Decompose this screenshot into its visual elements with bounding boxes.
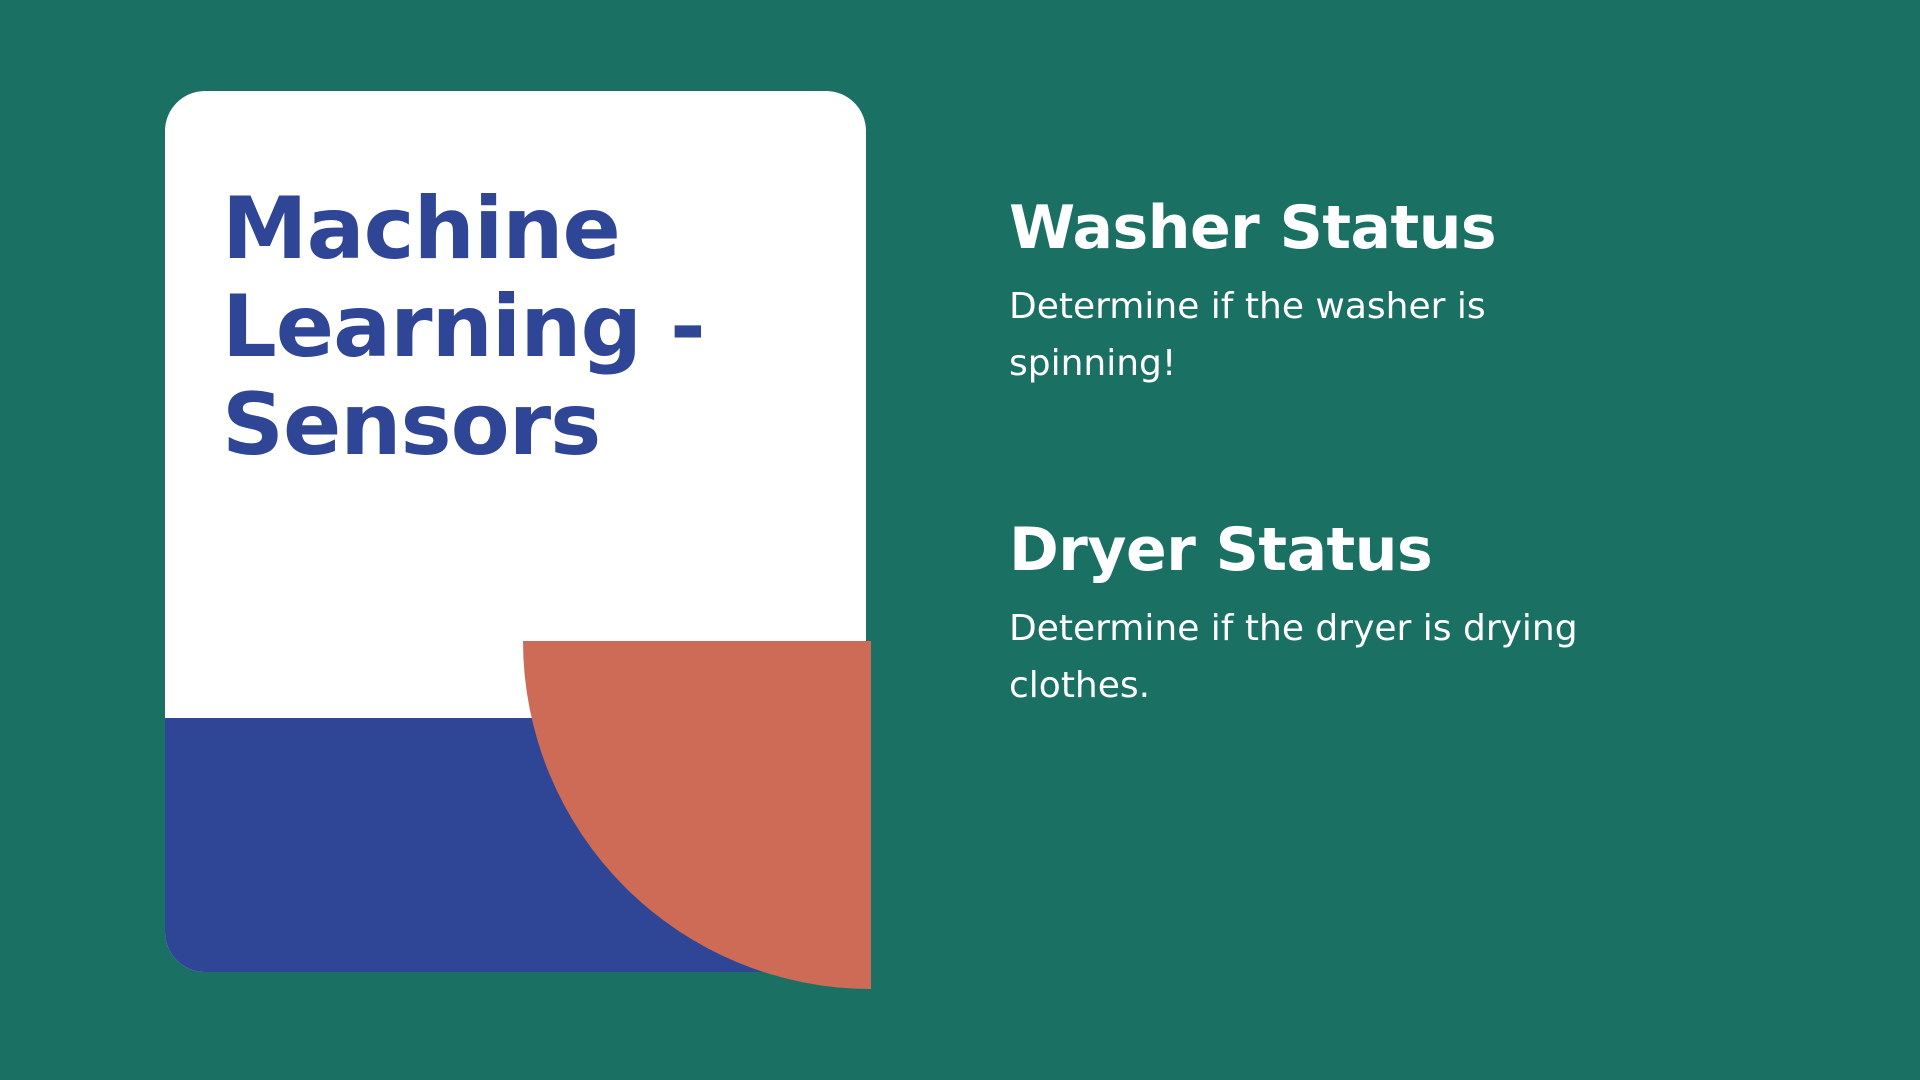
washer-status-section: Washer Status Determine if the washer is… [1009,192,1649,392]
dryer-status-heading: Dryer Status [1009,515,1433,585]
washer-status-heading: Washer Status [1009,193,1497,263]
washer-status-description: Determine if the washer is spinning! [1009,286,1486,384]
dryer-status-description: Determine if the dryer is drying clothes… [1009,608,1578,706]
slide-title: Machine Learning - Sensors [222,179,706,475]
dryer-status-section: Dryer Status Determine if the dryer is d… [1009,514,1649,714]
slide: Machine Learning - Sensors Washer Status… [0,0,1920,1080]
